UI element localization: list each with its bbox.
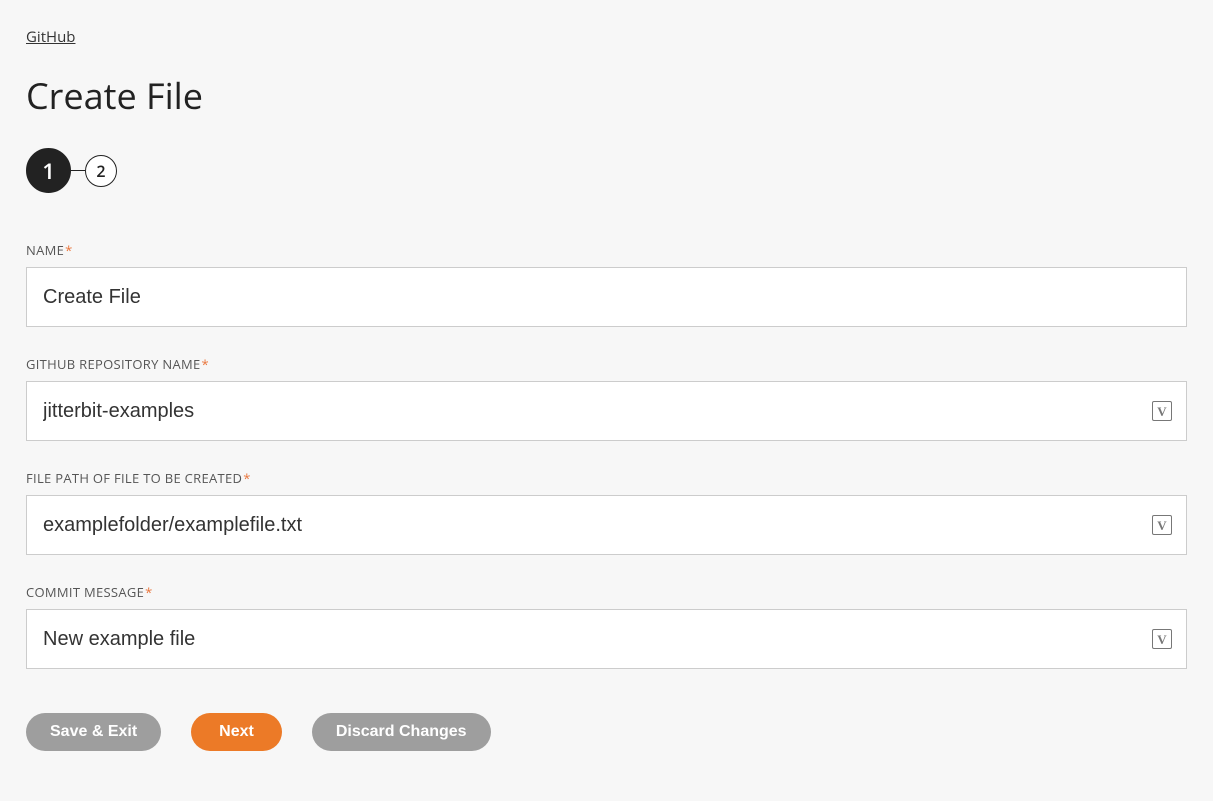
breadcrumb-link[interactable]: GitHub [26, 27, 75, 47]
variable-icon[interactable]: V [1152, 515, 1172, 535]
step-1[interactable]: 1 [26, 148, 71, 193]
repo-input[interactable] [27, 382, 1152, 440]
step-connector [71, 170, 85, 171]
field-filepath-label: FILE PATH OF FILE TO BE CREATED* [26, 469, 1187, 487]
field-filepath: FILE PATH OF FILE TO BE CREATED* V [26, 469, 1187, 555]
field-repo: GITHUB REPOSITORY NAME* V [26, 355, 1187, 441]
name-input[interactable] [27, 268, 1186, 326]
field-name: NAME* [26, 241, 1187, 327]
variable-icon[interactable]: V [1152, 401, 1172, 421]
action-buttons: Save & Exit Next Discard Changes [26, 713, 1187, 751]
discard-button[interactable]: Discard Changes [312, 713, 491, 751]
field-commit: COMMIT MESSAGE* V [26, 583, 1187, 669]
filepath-input[interactable] [27, 496, 1152, 554]
commit-input[interactable] [27, 610, 1152, 668]
step-2[interactable]: 2 [85, 155, 117, 187]
field-commit-label: COMMIT MESSAGE* [26, 583, 1187, 601]
page-title: Create File [26, 71, 1187, 120]
next-button[interactable]: Next [191, 713, 282, 751]
stepper: 1 2 [26, 148, 1187, 193]
field-repo-label: GITHUB REPOSITORY NAME* [26, 355, 1187, 373]
save-exit-button[interactable]: Save & Exit [26, 713, 161, 751]
variable-icon[interactable]: V [1152, 629, 1172, 649]
field-name-label: NAME* [26, 241, 1187, 259]
